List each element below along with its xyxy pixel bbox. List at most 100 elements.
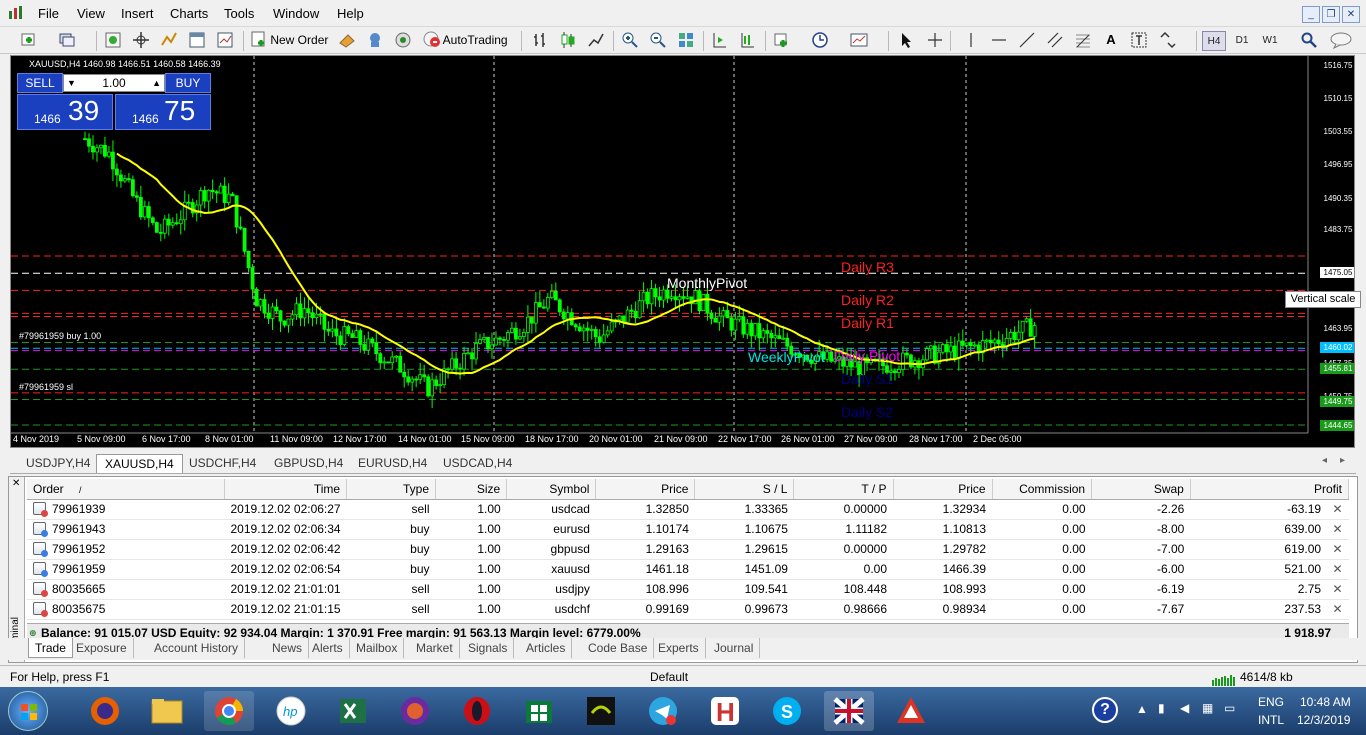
buy-button[interactable]: BUY [165,73,211,93]
tab-usdchf[interactable]: USDCHF,H4 [181,454,264,473]
action-center-icon[interactable]: ▭ [1224,701,1235,715]
terminal-tab-mailbox[interactable]: Mailbox [350,638,405,658]
signals-icon[interactable] [366,31,384,49]
lot-size-input[interactable]: ▼ 1.00 ▲ [63,74,165,92]
market-watch-icon[interactable] [104,31,122,49]
clock-date[interactable]: 12/3/2019 [1297,713,1350,727]
battery-icon[interactable]: ▮ [1158,701,1165,715]
sell-price-box[interactable]: 1466 39 [17,94,113,130]
file-explorer-icon[interactable] [142,691,192,731]
zoom-out-icon[interactable] [649,31,667,49]
crosshair-nav-icon[interactable] [132,31,150,49]
opera-icon[interactable] [452,691,502,731]
close-order-icon[interactable]: ✕ [1329,602,1342,616]
table-row[interactable]: 80035675 2019.12.02 21:01:15 sell 1.00 usdch… [27,599,1349,620]
col-order[interactable]: Order / [27,479,225,500]
timeframe-d1[interactable]: D1 [1230,31,1254,51]
new-order-button[interactable]: New Order [251,30,328,50]
minimize-button[interactable]: _ [1302,6,1320,23]
timeframe-w1[interactable]: W1 [1258,31,1282,51]
price-chart[interactable]: XAUUSD,H4 1460.98 1466.51 1460.58 1466.3… [10,55,1355,448]
tab-usdjpy[interactable]: USDJPY,H4 [18,454,98,473]
terminal-tab-news[interactable]: News [266,638,310,658]
strategy-tester-icon[interactable] [216,31,234,49]
table-row[interactable]: 79961939 2019.12.02 02:06:27 sell 1.00 usdca… [27,499,1349,520]
menu-insert[interactable]: Insert [121,6,154,21]
col-symbol[interactable]: Symbol [506,479,597,500]
tabs-scroll-right-icon[interactable]: ▸ [1340,455,1345,466]
close-order-icon[interactable]: ✕ [1329,522,1342,536]
hp-icon[interactable]: hp [266,691,316,731]
help-icon[interactable]: ? [1092,697,1118,723]
menu-tools[interactable]: Tools [224,6,254,21]
terminal-tab-trade[interactable]: Trade [28,638,73,658]
tabs-scroll-left-icon[interactable]: ◂ [1322,455,1327,466]
zoom-in-icon[interactable] [621,31,639,49]
table-row[interactable]: 79961959 2019.12.02 02:06:54 buy 1.00 xauusd… [27,559,1349,580]
menu-window[interactable]: Window [273,6,319,21]
crosshair-icon[interactable] [926,31,944,49]
skype-icon[interactable]: S [762,691,812,731]
telegram-icon[interactable] [638,691,688,731]
lot-up-arrow-icon[interactable]: ▲ [152,75,161,92]
menu-charts[interactable]: Charts [170,6,208,21]
col-current-price[interactable]: Price [893,479,993,500]
restore-button[interactable]: ❐ [1322,6,1340,23]
col-commission[interactable]: Commission [992,479,1093,500]
menu-help[interactable]: Help [337,6,364,21]
price-scale[interactable]: 1516.75 1510.15 1503.55 1496.95 1490.35 1483.… [1308,56,1354,433]
col-sl[interactable]: S / L [694,479,795,500]
autotrading-button[interactable]: AutoTrading [422,30,508,50]
terminal-tab-experts[interactable]: Experts [652,638,706,658]
channel-icon[interactable] [1046,31,1064,49]
col-time[interactable]: Time [224,479,348,500]
trendline-icon[interactable] [1018,31,1036,49]
flag-app-icon[interactable] [824,691,874,731]
chat-icon[interactable] [1330,31,1354,50]
terminal-tab-journal[interactable]: Journal [708,638,761,658]
app-icon[interactable] [8,5,24,21]
tab-xauusd[interactable]: XAUUSD,H4 [96,454,183,473]
clock-time[interactable]: 10:48 AM [1300,695,1351,709]
search-icon[interactable] [1300,31,1318,49]
col-size[interactable]: Size [435,479,508,500]
text-label-icon[interactable] [1130,31,1148,49]
fibonacci-icon[interactable] [1074,31,1092,49]
tab-usdcad[interactable]: USDCAD,H4 [435,454,520,473]
arrows-icon[interactable] [1158,31,1176,49]
col-type[interactable]: Type [346,479,436,500]
language-bottom[interactable]: INTL [1258,713,1284,727]
media-icon[interactable] [390,691,440,731]
indicators-icon[interactable] [773,31,791,49]
chrome-icon[interactable] [204,691,254,731]
terminal-close-icon[interactable]: ✕ [12,478,20,489]
terminal-tab-market[interactable]: Market [410,638,460,658]
close-order-icon[interactable]: ✕ [1329,582,1342,596]
chart-shift-icon[interactable] [739,31,757,49]
col-price[interactable]: Price [595,479,696,500]
new-chart-icon[interactable] [20,31,38,49]
candlestick-icon[interactable] [559,31,577,49]
col-tp[interactable]: T / P [793,479,894,500]
table-row[interactable]: 79961943 2019.12.02 02:06:34 buy 1.00 eurusd… [27,519,1349,540]
cursor-icon[interactable] [898,31,916,49]
buy-price-box[interactable]: 1466 75 [115,94,211,130]
periods-icon[interactable] [811,31,829,49]
col-swap[interactable]: Swap [1091,479,1191,500]
language-top[interactable]: ENG [1258,695,1284,709]
sell-button[interactable]: SELL [17,73,63,93]
excel-icon[interactable] [328,691,378,731]
tray-expand-icon[interactable]: ▲ [1136,702,1148,716]
warning-app-icon[interactable] [886,691,936,731]
volume-icon[interactable]: ◀ [1180,701,1189,715]
vertical-line-icon[interactable] [962,31,980,49]
timeframe-h4[interactable]: H4 [1202,31,1226,51]
close-order-icon[interactable]: ✕ [1329,502,1342,516]
autoscroll-icon[interactable] [711,31,729,49]
line-chart-icon[interactable] [587,31,605,49]
table-row[interactable]: 80035665 2019.12.02 21:01:01 sell 1.00 usdjp… [27,579,1349,600]
col-profit[interactable]: Profit [1190,479,1350,500]
table-row[interactable]: 79961952 2019.12.02 02:06:42 buy 1.00 gbpusd… [27,539,1349,560]
terminal-icon[interactable] [188,31,206,49]
close-order-icon[interactable]: ✕ [1329,562,1342,576]
